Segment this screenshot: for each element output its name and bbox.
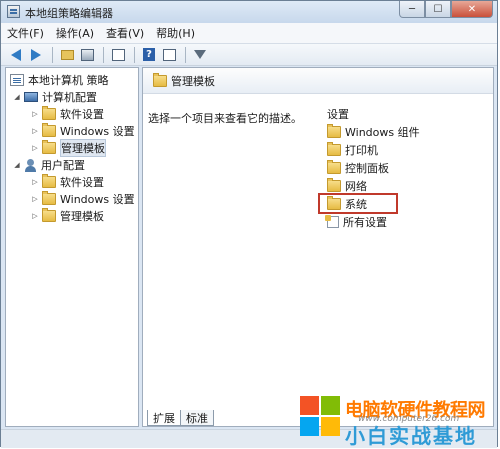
export-list-button[interactable]	[109, 46, 127, 64]
folder-icon	[42, 174, 56, 188]
toolbar-separator	[134, 46, 135, 63]
export-list-icon	[111, 48, 125, 61]
settings-column-header[interactable]: 设置	[327, 106, 349, 122]
folder-icon	[327, 124, 341, 138]
menu-bar: 文件(F) 操作(A) 查看(V) 帮助(H)	[1, 23, 497, 44]
expand-triangle-icon[interactable]: ▷	[30, 208, 40, 224]
settings-item-all-settings[interactable]: 所有设置	[325, 214, 387, 230]
help-button[interactable]: ?	[140, 46, 158, 64]
highlight-box-system	[318, 193, 398, 214]
title-bar[interactable]: 本地组策略编辑器 ─ ☐ ✕	[1, 1, 497, 23]
collapse-triangle-icon[interactable]: ◢	[12, 157, 22, 173]
tree-label: 软件设置	[60, 176, 104, 189]
collapse-triangle-icon[interactable]: ◢	[12, 89, 22, 105]
folder-icon	[42, 208, 56, 222]
settings-item-windows-components[interactable]: Windows 组件	[327, 124, 420, 140]
tree-label-selected: 管理模板	[60, 139, 106, 157]
tree-item-user-admin-templates[interactable]: ▷ 管理模板	[30, 208, 104, 224]
window-title: 本地组策略编辑器	[25, 7, 113, 20]
windows-logo-icon	[300, 396, 340, 436]
tree-item-computer-windows[interactable]: ▷ Windows 设置	[30, 123, 135, 139]
menu-action[interactable]: 操作(A)	[50, 25, 100, 41]
tree-item-user-windows[interactable]: ▷ Windows 设置	[30, 191, 135, 207]
tree-label: 计算机配置	[42, 91, 97, 104]
up-one-level-button[interactable]	[58, 46, 76, 64]
detail-header: 管理模板	[143, 68, 493, 94]
up-folder-icon	[60, 49, 74, 60]
tree-item-user-config[interactable]: ◢ 用户配置	[12, 157, 85, 173]
show-hide-tree-icon	[80, 48, 94, 61]
menu-help[interactable]: 帮助(H)	[150, 25, 201, 41]
watermark: 电脑软硬件教程网 www.computer26.com 小白实战基地	[300, 394, 496, 448]
folder-icon	[153, 72, 167, 87]
menu-file[interactable]: 文件(F)	[1, 25, 50, 41]
view-tabs: 扩展 标准	[147, 410, 214, 426]
expand-triangle-icon[interactable]: ▷	[30, 191, 40, 207]
settings-item-network[interactable]: 网络	[327, 178, 367, 194]
settings-item-control-panel[interactable]: 控制面板	[327, 160, 389, 176]
expand-triangle-icon[interactable]: ▷	[30, 106, 40, 122]
group-policy-editor-window: 本地组策略编辑器 ─ ☐ ✕ 文件(F) 操作(A) 查看(V) 帮助(H) ?…	[0, 0, 498, 448]
properties-button[interactable]	[160, 46, 178, 64]
tree-label: 用户配置	[41, 159, 85, 172]
filter-button[interactable]	[191, 46, 209, 64]
folder-icon	[42, 191, 56, 205]
back-button[interactable]	[7, 46, 25, 64]
tree-item-computer-config[interactable]: ◢ 计算机配置	[12, 89, 97, 105]
tree-label: 本地计算机 策略	[28, 74, 109, 87]
tree-item-root[interactable]: 本地计算机 策略	[10, 72, 109, 88]
settings-item-printers[interactable]: 打印机	[327, 142, 378, 158]
tree-label: Windows 设置	[60, 193, 135, 206]
toolbar-separator	[185, 46, 186, 63]
detail-pane: 管理模板 选择一个项目来查看它的描述。 设置 Windows 组件 打印机 控制…	[142, 67, 494, 427]
expand-triangle-icon[interactable]: ▷	[30, 140, 40, 156]
folder-icon	[42, 123, 56, 137]
app-icon	[7, 5, 20, 18]
expand-triangle-icon[interactable]: ▷	[30, 174, 40, 190]
forward-arrow-icon	[31, 48, 41, 61]
filter-icon	[194, 50, 206, 59]
description-text: 选择一个项目来查看它的描述。	[148, 112, 302, 125]
toolbar: ?	[1, 44, 497, 66]
help-icon: ?	[143, 48, 155, 61]
policy-icon	[10, 74, 24, 86]
tab-standard[interactable]: 标准	[180, 410, 214, 426]
settings-item-label: Windows 组件	[345, 126, 420, 139]
tree-item-user-software[interactable]: ▷ 软件设置	[30, 174, 104, 190]
menu-view[interactable]: 查看(V)	[100, 25, 150, 41]
settings-item-label: 控制面板	[345, 162, 389, 175]
settings-item-label: 所有设置	[343, 216, 387, 229]
toolbar-separator	[52, 46, 53, 63]
properties-icon	[162, 48, 176, 61]
tab-extended[interactable]: 扩展	[147, 410, 181, 426]
tree-label: 管理模板	[60, 210, 104, 223]
show-hide-tree-button[interactable]	[78, 46, 96, 64]
close-button[interactable]: ✕	[451, 1, 493, 18]
folder-icon	[42, 140, 56, 154]
forward-button[interactable]	[27, 46, 45, 64]
user-icon	[24, 158, 37, 172]
folder-icon	[327, 160, 341, 174]
tree-item-computer-software[interactable]: ▷ 软件设置	[30, 106, 104, 122]
all-settings-icon	[325, 215, 339, 228]
tree-pane[interactable]: 本地计算机 策略 ◢ 计算机配置 ▷ 软件设置 ▷ Windows 设置 ▷ 管…	[5, 67, 139, 427]
toolbar-separator	[103, 46, 104, 63]
watermark-subtitle: 小白实战基地	[345, 424, 477, 448]
detail-title: 管理模板	[171, 74, 215, 88]
expand-triangle-icon[interactable]: ▷	[30, 123, 40, 139]
maximize-button[interactable]: ☐	[425, 1, 451, 18]
computer-icon	[24, 92, 38, 102]
settings-item-label: 网络	[345, 180, 367, 193]
settings-item-label: 打印机	[345, 144, 378, 157]
folder-icon	[327, 142, 341, 156]
back-arrow-icon	[11, 48, 21, 61]
tree-label: 软件设置	[60, 108, 104, 121]
minimize-button[interactable]: ─	[399, 1, 425, 18]
folder-icon	[42, 106, 56, 120]
caption-buttons: ─ ☐ ✕	[399, 1, 493, 19]
tree-label: Windows 设置	[60, 125, 135, 138]
tree-item-computer-admin-templates[interactable]: ▷ 管理模板	[30, 139, 106, 157]
folder-icon	[327, 178, 341, 192]
